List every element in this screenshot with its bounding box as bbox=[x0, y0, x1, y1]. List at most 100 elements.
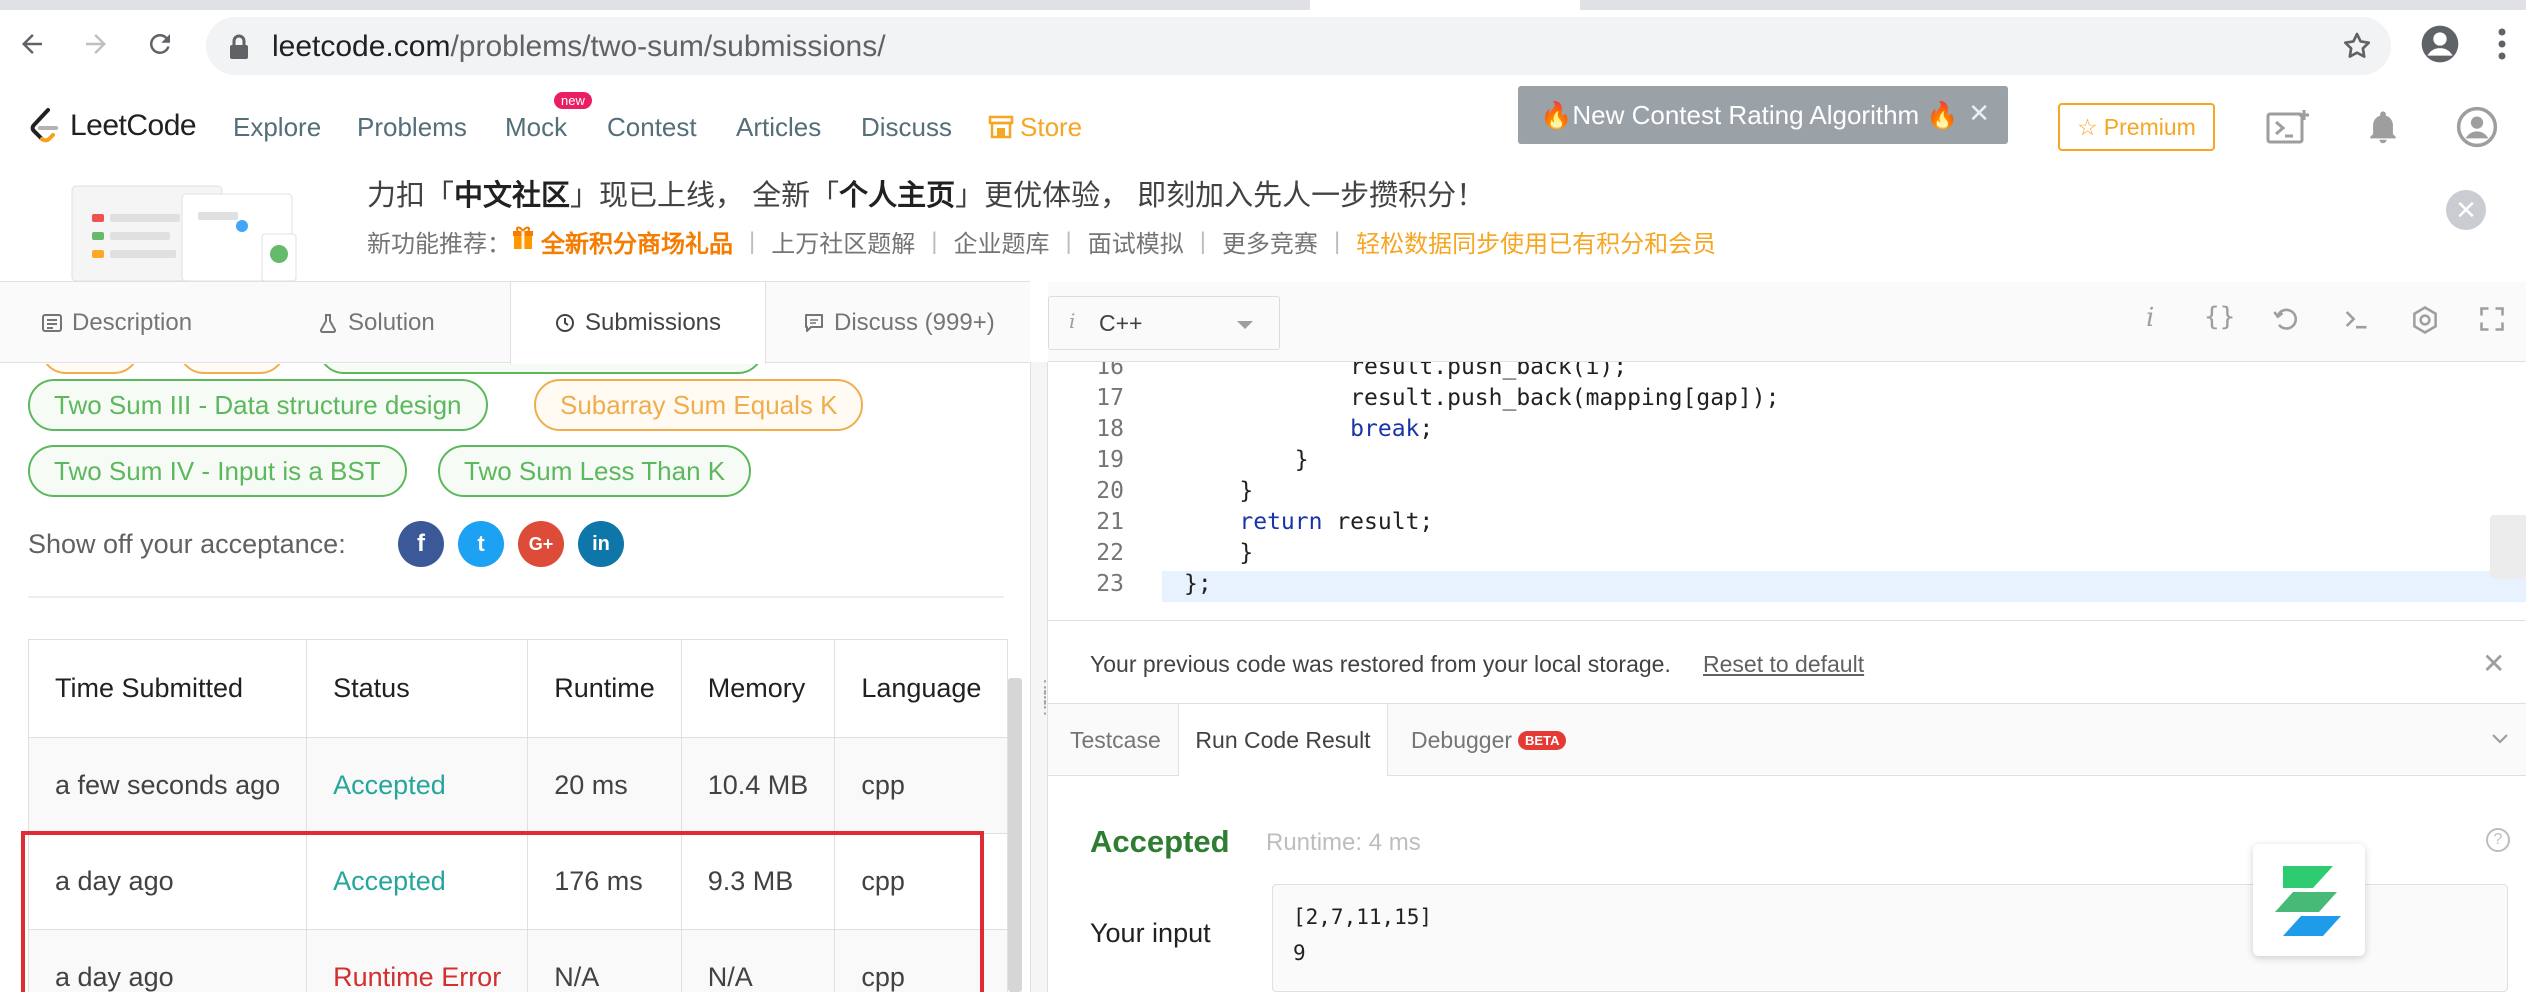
nav-contest[interactable]: Contest bbox=[607, 112, 697, 143]
banner-close-icon[interactable]: ✕ bbox=[2446, 190, 2486, 230]
language-select[interactable]: i C++ bbox=[1048, 296, 1280, 350]
nav-discuss[interactable]: Discuss bbox=[861, 112, 952, 143]
code-line-active[interactable]: 23}; bbox=[1096, 571, 2526, 602]
notification-bell-icon[interactable] bbox=[2366, 108, 2400, 151]
tab-description[interactable]: Description bbox=[42, 282, 192, 363]
code-line[interactable]: 21 return result; bbox=[1048, 509, 2526, 540]
column-header-status[interactable]: Status bbox=[306, 639, 529, 738]
user-avatar-icon[interactable] bbox=[2456, 106, 2498, 153]
column-header-memory[interactable]: Memory bbox=[680, 639, 836, 738]
table-row[interactable]: a few seconds ago Accepted 20 ms 10.4 MB… bbox=[27, 737, 1009, 834]
column-header-runtime[interactable]: Runtime bbox=[527, 639, 682, 738]
chevron-down-icon[interactable] bbox=[2488, 726, 2512, 755]
related-tag-clipped[interactable] bbox=[318, 364, 764, 374]
forward-icon[interactable] bbox=[74, 22, 118, 66]
result-runtime: Runtime: 4 ms bbox=[1266, 829, 1421, 856]
related-tag[interactable]: Two Sum III - Data structure design bbox=[28, 379, 488, 431]
cell-status-link[interactable]: Accepted bbox=[306, 737, 529, 834]
info-icon[interactable]: i bbox=[1069, 309, 1075, 333]
tab-solution-label: Solution bbox=[348, 308, 435, 336]
playground-icon[interactable] bbox=[2266, 108, 2310, 151]
related-tag[interactable]: Two Sum IV - Input is a BST bbox=[28, 445, 407, 497]
related-tag[interactable]: Subarray Sum Equals K bbox=[534, 379, 864, 431]
premium-button[interactable]: ☆ Premium bbox=[2058, 103, 2215, 151]
fullscreen-icon[interactable] bbox=[2478, 305, 2506, 338]
nav-mock[interactable]: Mock new bbox=[505, 92, 592, 143]
left-panel-scrollbar[interactable] bbox=[1008, 678, 1022, 992]
cn-title-mid: 」现已上线， 全新「 bbox=[570, 180, 840, 212]
cn-community-banner: 力扣「中文社区」现已上线， 全新「个人主页」更优体验， 即刻加入先人一步攒积分！… bbox=[0, 164, 2526, 281]
nav-store[interactable]: Store bbox=[988, 112, 1082, 146]
back-icon[interactable] bbox=[10, 22, 54, 66]
tab-run-code-result[interactable]: Run Code Result bbox=[1178, 704, 1388, 777]
column-header-time[interactable]: Time Submitted bbox=[27, 639, 308, 738]
restore-notice: Your previous code was restored from you… bbox=[1048, 620, 2526, 704]
code-line[interactable]: 16 result.push_back(i); bbox=[1048, 362, 2526, 385]
settings-gear-icon[interactable] bbox=[2410, 305, 2440, 340]
terminal-icon[interactable] bbox=[2342, 305, 2370, 338]
code-editor[interactable]: 16 result.push_back(i); 17 result.push_b… bbox=[1048, 362, 2526, 620]
twitter-icon[interactable]: t bbox=[458, 521, 504, 567]
tab-testcase[interactable]: Testcase bbox=[1070, 704, 1161, 776]
cn-banner-title: 力扣「中文社区」现已上线， 全新「个人主页」更优体验， 即刻加入先人一步攒积分！ bbox=[367, 172, 1485, 214]
nav-articles[interactable]: Articles bbox=[736, 112, 821, 143]
nav-problems[interactable]: Problems bbox=[357, 112, 467, 143]
profile-avatar-icon[interactable] bbox=[2420, 24, 2460, 69]
comment-icon bbox=[805, 313, 823, 332]
nav-mock-label: Mock bbox=[505, 112, 568, 142]
problem-panel: Description Solution Submissions Discuss… bbox=[0, 281, 1030, 992]
line-number: 19 bbox=[1096, 447, 1124, 473]
info-icon[interactable]: i bbox=[2146, 303, 2154, 333]
browser-menu-icon[interactable] bbox=[2496, 26, 2508, 67]
code-line[interactable]: 19 } bbox=[1048, 447, 2526, 478]
premium-label: Premium bbox=[2103, 113, 2196, 140]
column-header-language[interactable]: Language bbox=[834, 639, 1009, 738]
cn-link-data-sync[interactable]: 轻松数据同步使用已有积分和会员 bbox=[1356, 224, 1716, 259]
cn-link-mock-interview[interactable]: 面试模拟 bbox=[1088, 224, 1184, 259]
cn-link-solutions[interactable]: 上万社区题解 bbox=[771, 224, 915, 259]
nav-explore[interactable]: Explore bbox=[233, 112, 321, 143]
related-tag-clipped[interactable] bbox=[40, 364, 140, 374]
code-line[interactable]: 22 } bbox=[1048, 540, 2526, 571]
browser-tab-strip bbox=[0, 0, 2526, 10]
cn-link-points-mall[interactable]: 全新积分商场礼品 bbox=[541, 224, 733, 259]
close-icon[interactable]: ✕ bbox=[2482, 647, 2505, 680]
cn-link-more-contests[interactable]: 更多竞赛 bbox=[1222, 224, 1318, 259]
code-line[interactable]: 18 break; bbox=[1048, 416, 2526, 447]
contest-rating-banner[interactable]: 🔥New Contest Rating Algorithm 🔥 ✕ bbox=[1518, 86, 2008, 144]
input-label: Your input bbox=[1090, 918, 1211, 948]
related-tag-clipped[interactable] bbox=[178, 364, 286, 374]
address-bar[interactable]: leetcode.com/problems/two-sum/submission… bbox=[206, 17, 2391, 75]
bookmark-star-icon[interactable] bbox=[2341, 30, 2373, 67]
line-number: 23 bbox=[1096, 571, 1124, 597]
facebook-icon[interactable]: f bbox=[398, 521, 444, 567]
leetcode-logo[interactable]: LeetCode bbox=[26, 106, 197, 146]
reload-icon[interactable] bbox=[138, 22, 182, 66]
extension-widget[interactable] bbox=[2253, 844, 2365, 956]
close-icon[interactable]: ✕ bbox=[1968, 98, 1990, 129]
tab-debugger[interactable]: Debugger BETA bbox=[1411, 704, 1567, 776]
share-label: Show off your acceptance: bbox=[28, 529, 346, 559]
nav-store-label: Store bbox=[1020, 112, 1083, 142]
cn-link-company-questions[interactable]: 企业题库 bbox=[953, 224, 1049, 259]
line-number: 18 bbox=[1096, 416, 1124, 442]
active-browser-tab[interactable] bbox=[1310, 0, 1580, 10]
code-line[interactable]: 20 } bbox=[1048, 478, 2526, 509]
tab-discuss[interactable]: Discuss (999+) bbox=[804, 282, 995, 363]
code-braces-icon[interactable]: {} bbox=[2204, 302, 2235, 332]
tab-submissions[interactable]: Submissions bbox=[510, 282, 766, 364]
code-line[interactable]: 17 result.push_back(mapping[gap]); bbox=[1048, 385, 2526, 416]
help-icon[interactable]: ? bbox=[2486, 828, 2510, 852]
linkedin-icon[interactable]: in bbox=[578, 521, 624, 567]
tab-debugger-label: Debugger bbox=[1411, 726, 1513, 753]
related-tag[interactable]: Two Sum Less Than K bbox=[438, 445, 752, 497]
tab-solution[interactable]: Solution bbox=[318, 282, 435, 363]
panel-resize-handle[interactable]: ⋮ ⋮ ⋮ bbox=[1030, 362, 1054, 992]
reset-to-default-link[interactable]: Reset to default bbox=[1703, 651, 1864, 678]
editor-side-tab[interactable] bbox=[2490, 515, 2526, 579]
reset-icon[interactable] bbox=[2272, 305, 2300, 338]
google-plus-icon[interactable]: G+ bbox=[518, 521, 564, 567]
